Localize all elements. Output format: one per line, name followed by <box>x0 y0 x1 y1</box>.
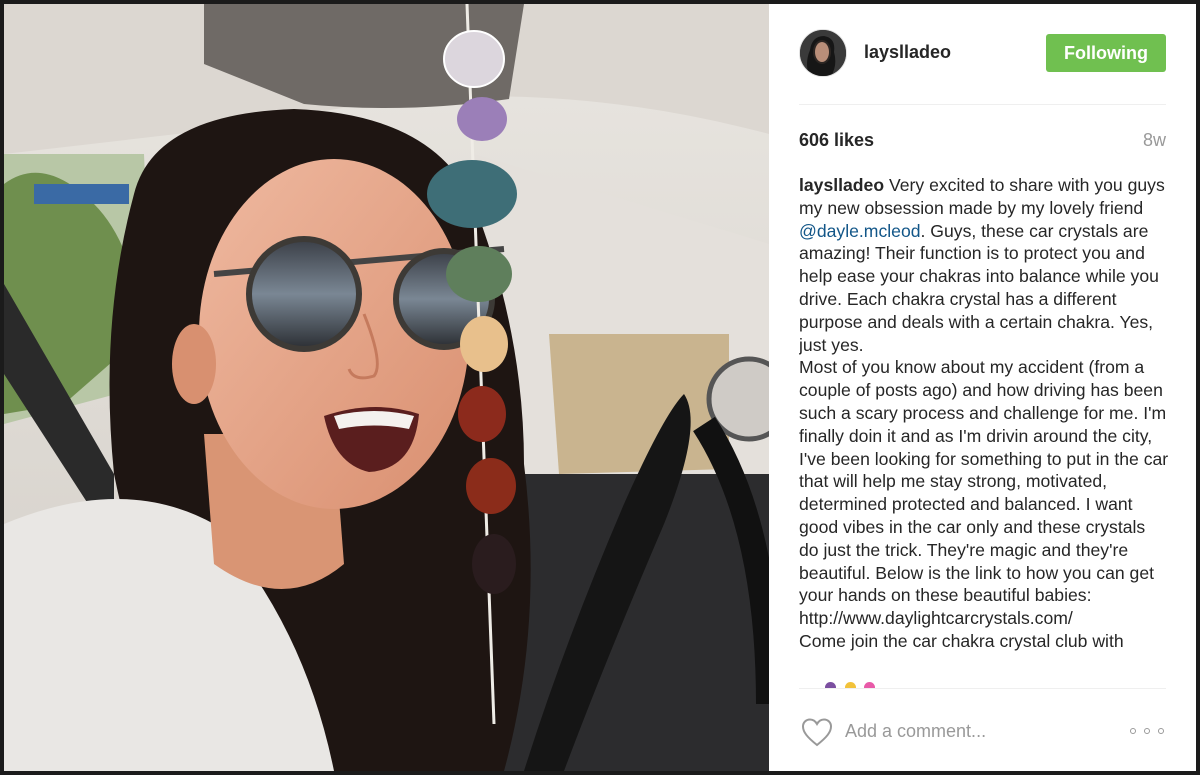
post-caption: layslladeo Very excited to share with yo… <box>799 174 1169 680</box>
post-timestamp[interactable]: 8w <box>1143 130 1166 151</box>
likes-count[interactable]: 606 likes <box>799 130 874 151</box>
heart-outline-icon[interactable] <box>801 717 833 747</box>
ellipsis-icon[interactable] <box>1130 725 1164 737</box>
dot <box>1158 728 1164 734</box>
header-divider <box>799 104 1166 105</box>
profile-photo-icon <box>800 30 846 76</box>
caption-link: http://www.daylightcarcrystals.com/ <box>799 608 1073 629</box>
post-header: layslladeo Following <box>769 4 1196 104</box>
comment-bar <box>799 688 1166 771</box>
dot <box>1144 728 1150 734</box>
caption-mention-link[interactable]: @dayle.mcleod <box>799 221 921 241</box>
dot <box>1130 728 1136 734</box>
instagram-post-modal: layslladeo Following 606 likes 8w laysll… <box>4 4 1196 771</box>
comment-input[interactable] <box>845 719 1105 743</box>
caption-paragraph-2: Most of you know about my accident (from… <box>799 357 1169 606</box>
caption-paragraph-3: Come join the car chakra crystal club wi… <box>799 630 1124 651</box>
caption-paragraph-1: layslladeo Very excited to share with yo… <box>799 174 1169 356</box>
following-button[interactable]: Following <box>1046 34 1166 72</box>
caption-emoji-row <box>799 680 919 688</box>
post-photo <box>4 4 769 771</box>
post-details-panel: layslladeo Following 606 likes 8w laysll… <box>769 4 1196 771</box>
caption-username[interactable]: layslladeo <box>799 175 884 195</box>
avatar[interactable] <box>799 29 847 77</box>
post-username[interactable]: layslladeo <box>864 42 951 63</box>
selfie-in-car-image <box>4 4 769 771</box>
